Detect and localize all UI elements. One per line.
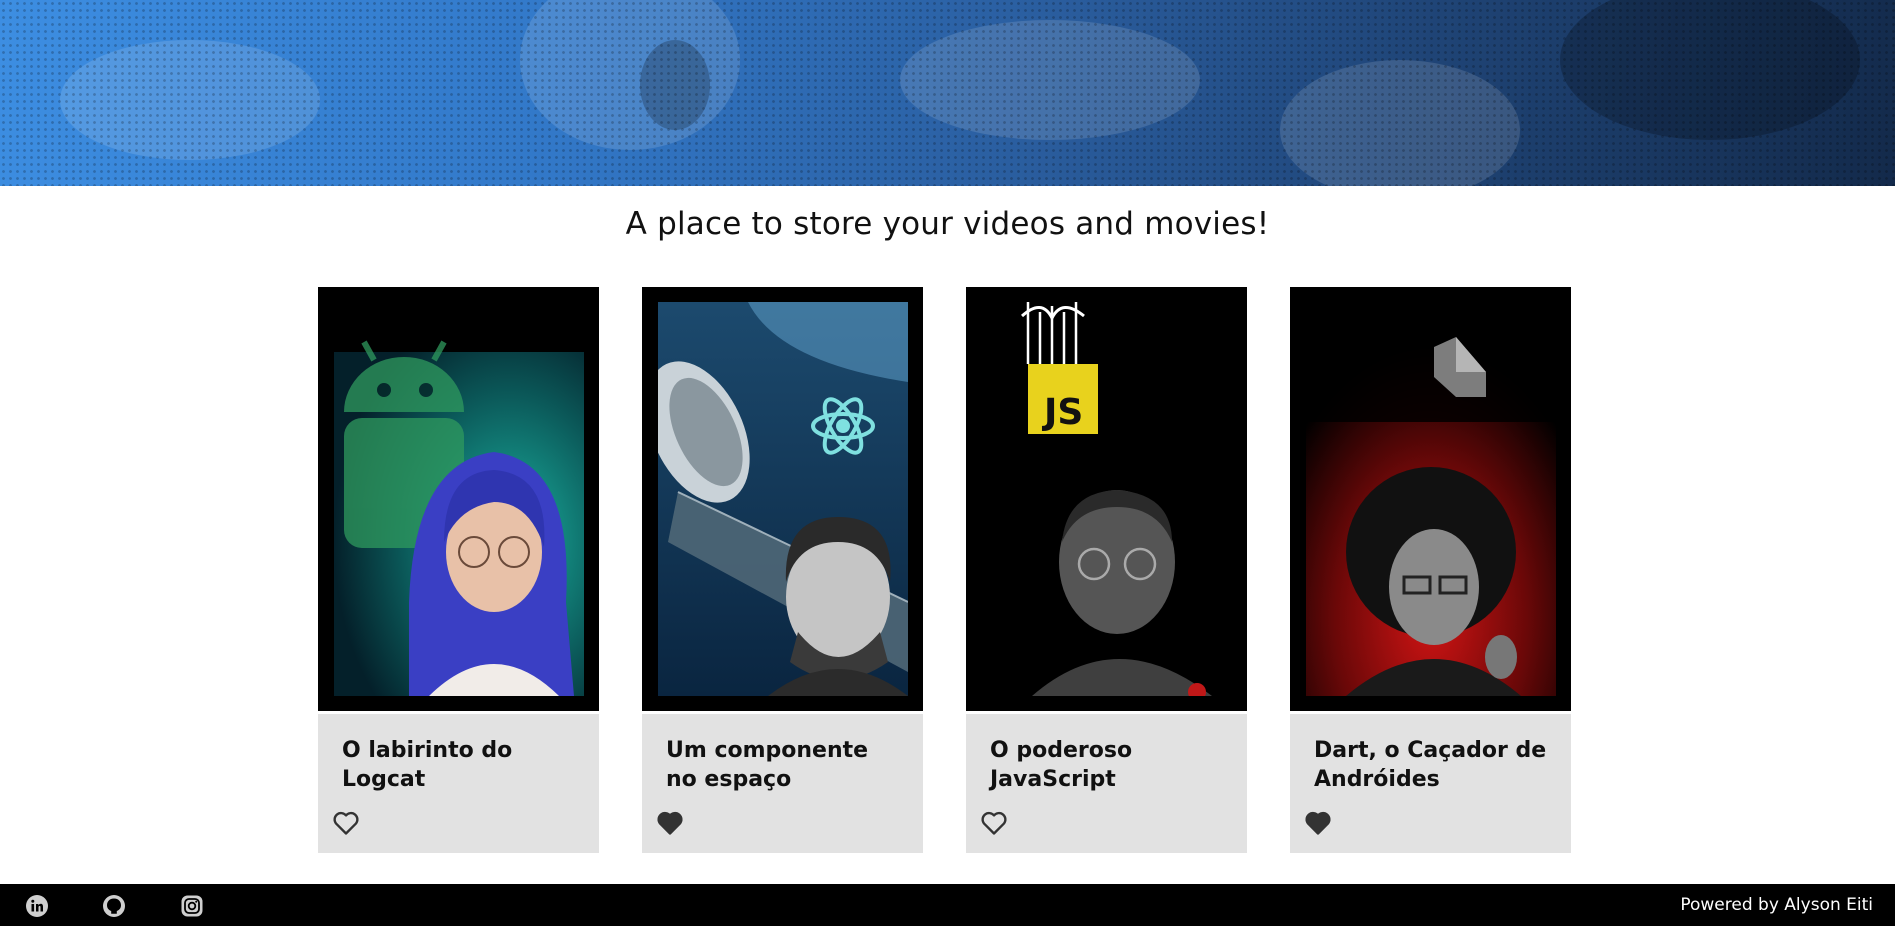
instagram-icon[interactable] [180,894,204,918]
video-thumbnail[interactable] [1290,287,1571,711]
video-card-info: O poderoso JavaScript [966,714,1247,853]
powered-by-text: Powered by Alyson Eiti [1680,895,1873,915]
video-title[interactable]: O poderoso JavaScript [990,736,1230,794]
video-card[interactable]: JS O poderoso JavaScript [966,287,1247,853]
video-poster [658,302,908,696]
github-icon[interactable] [102,894,126,918]
page-subtitle: A place to store your videos and movies! [625,206,1270,242]
video-card-grid: O labirinto do Logcat Um componente no e… [318,287,1573,853]
video-card[interactable]: Dart, o Caçador de Andróides [1290,287,1571,853]
video-title[interactable]: Dart, o Caçador de Andróides [1314,736,1554,794]
video-poster [334,302,584,696]
video-poster: JS [982,302,1232,696]
hero-halftone [0,0,1895,186]
linkedin-icon[interactable] [25,894,49,918]
video-thumbnail[interactable]: JS [966,287,1247,711]
video-card-info: O labirinto do Logcat [318,714,599,853]
footer: Powered by Alyson Eiti [0,884,1895,926]
video-card[interactable]: O labirinto do Logcat [318,287,599,853]
svg-text:JS: JS [1041,392,1083,433]
heart-outline-icon[interactable] [980,810,1008,836]
heart-filled-icon[interactable] [1304,810,1332,836]
video-thumbnail[interactable] [318,287,599,711]
video-thumbnail[interactable] [642,287,923,711]
video-poster [1306,302,1556,696]
video-card[interactable]: Um componente no espaço [642,287,923,853]
hero-banner [0,0,1895,186]
heart-filled-icon[interactable] [656,810,684,836]
video-title[interactable]: Um componente no espaço [666,736,906,794]
video-card-info: Um componente no espaço [642,714,923,853]
video-title[interactable]: O labirinto do Logcat [342,736,582,794]
heart-outline-icon[interactable] [332,810,360,836]
video-card-info: Dart, o Caçador de Andróides [1290,714,1571,853]
